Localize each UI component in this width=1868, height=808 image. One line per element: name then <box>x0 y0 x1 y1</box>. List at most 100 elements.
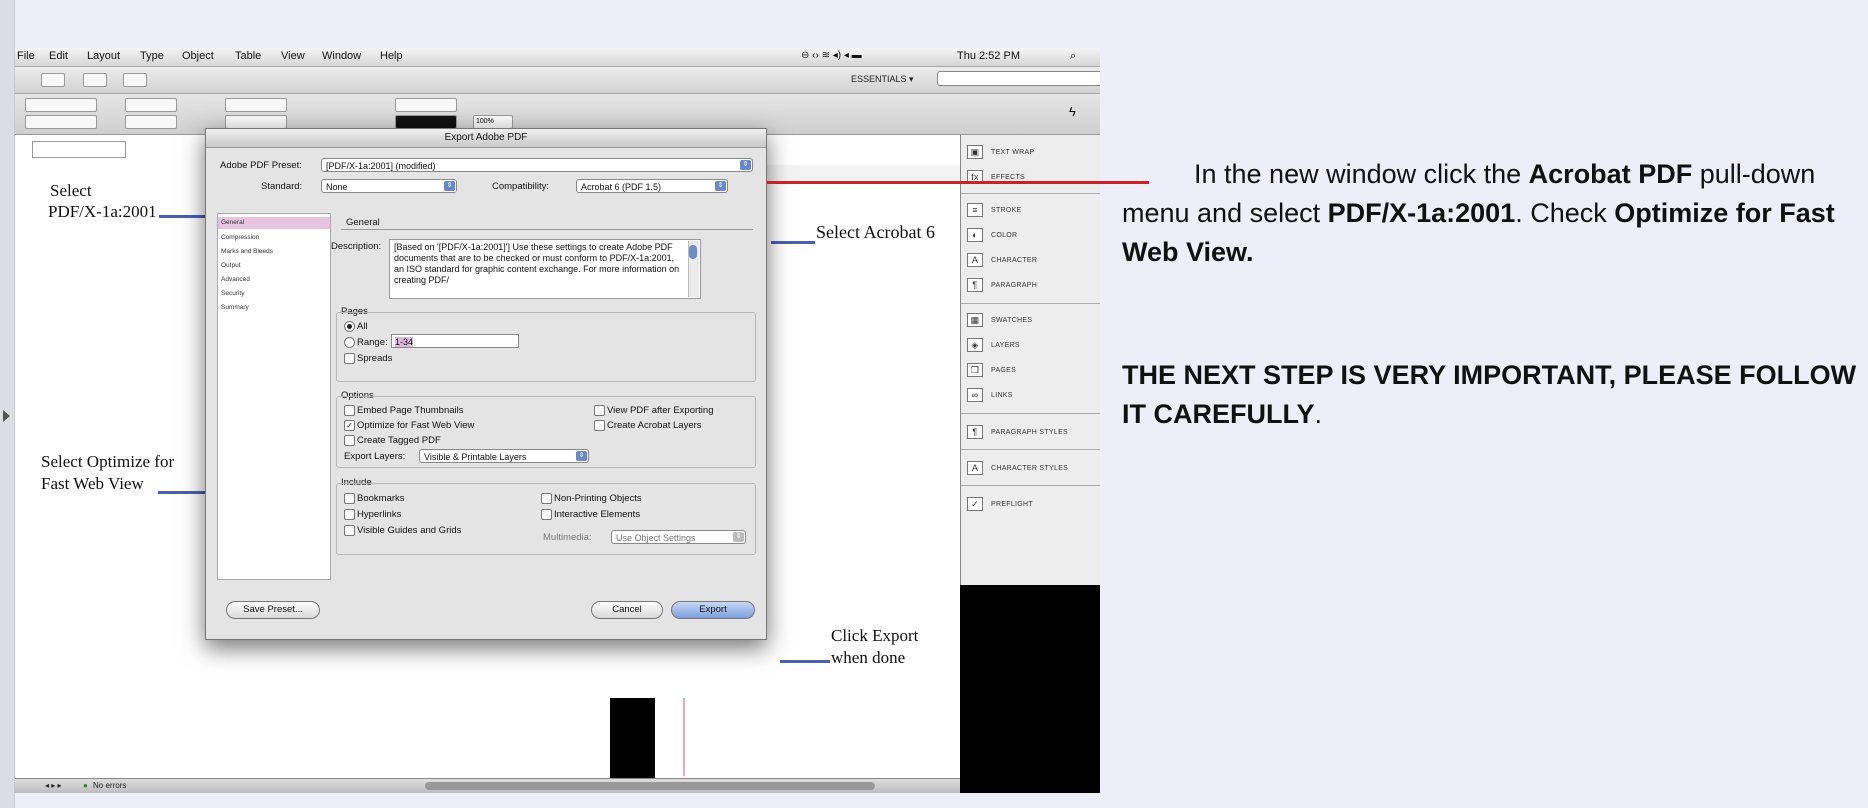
panel-character[interactable]: A CHARACTER <box>967 253 1037 273</box>
standard-select[interactable]: None ⇕ <box>321 179 457 193</box>
acrobat-layers-checkbox[interactable] <box>594 420 605 431</box>
stroke-type-select[interactable] <box>395 115 457 129</box>
panel-links[interactable]: ∞ LINKS <box>967 388 1013 408</box>
spotlight-icon[interactable]: ⌕ <box>1070 50 1076 63</box>
hyperlinks-checkbox[interactable] <box>344 509 355 520</box>
nav-arrows-icon[interactable]: ◂ ▸ ▸ <box>45 781 62 790</box>
panel-color[interactable]: ◐ COLOR <box>967 228 1017 248</box>
panel-text-wrap[interactable]: ▣ TEXT WRAP <box>967 145 1034 165</box>
panel-paragraph-styles[interactable]: ¶ PARAGRAPH STYLES <box>967 425 1068 445</box>
menu-edit[interactable]: Edit <box>49 50 68 62</box>
panel-pages[interactable]: ❐ PAGES <box>967 363 1016 383</box>
multimedia-select[interactable]: Use Object Settings ⇕ <box>611 530 746 544</box>
category-general[interactable]: General <box>221 219 244 226</box>
scroll-thumb[interactable] <box>689 245 697 259</box>
clock: Thu 2:52 PM <box>957 50 1020 62</box>
shear-field[interactable] <box>225 115 287 129</box>
category-summary[interactable]: Summary <box>221 304 249 311</box>
color-icon: ◐ <box>967 228 983 242</box>
menu-file[interactable]: File <box>17 50 35 62</box>
guides-grids-label: Visible Guides and Grids <box>357 525 462 536</box>
menu-table[interactable]: Table <box>235 50 261 62</box>
export-button[interactable]: Export <box>671 601 755 619</box>
panel-preflight[interactable]: ✓ PREFLIGHT <box>967 497 1033 517</box>
fast-web-view-label: Optimize for Fast Web View <box>357 420 475 431</box>
guides-grids-checkbox[interactable] <box>344 525 355 536</box>
character-styles-icon: A <box>967 461 983 475</box>
instruction-paragraph-2: THE NEXT STEP IS VERY IMPORTANT, PLEASE … <box>1122 356 1868 434</box>
interactive-elements-checkbox[interactable] <box>541 509 552 520</box>
category-compression[interactable]: Compression <box>221 234 259 241</box>
view-pdf-label: View PDF after Exporting <box>607 405 714 416</box>
x-field[interactable] <box>25 98 97 112</box>
panel-character-styles[interactable]: A CHARACTER STYLES <box>967 461 1068 481</box>
screen-mode-button[interactable] <box>83 73 107 87</box>
cancel-button[interactable]: Cancel <box>591 601 663 619</box>
category-marks-bleeds[interactable]: Marks and Bleeds <box>221 248 273 255</box>
preflight-ok-icon: ● <box>83 781 88 790</box>
panel-layers[interactable]: ◈ LAYERS <box>967 338 1020 358</box>
workspace-switcher[interactable]: ESSENTIALS ▾ <box>851 74 914 85</box>
tagged-pdf-label: Create Tagged PDF <box>357 435 441 446</box>
category-security[interactable]: Security <box>221 290 244 297</box>
category-output[interactable]: Output <box>221 262 241 269</box>
standard-label: Standard: <box>261 181 303 192</box>
category-advanced[interactable]: Advanced <box>221 276 250 283</box>
document-tab[interactable] <box>32 141 126 158</box>
lightning-icon[interactable]: ϟ <box>1069 104 1076 119</box>
page-bleed-guide <box>655 698 685 776</box>
panel-effects[interactable]: fx EFFECTS <box>967 170 1025 190</box>
embed-thumbnails-checkbox[interactable] <box>344 405 355 416</box>
non-printing-checkbox[interactable] <box>541 493 552 504</box>
chevron-updown-icon: ⇕ <box>740 160 751 170</box>
important-notice-period: . <box>1314 399 1323 429</box>
pages-range-radio[interactable] <box>344 337 355 348</box>
view-pdf-checkbox[interactable] <box>594 405 605 416</box>
panel-stroke[interactable]: ≡ STROKE <box>967 203 1022 223</box>
menu-type[interactable]: Type <box>140 50 164 62</box>
view-options-button[interactable] <box>41 73 65 87</box>
pages-all-label: All <box>357 321 368 332</box>
compatibility-select[interactable]: Acrobat 6 (PDF 1.5) ⇕ <box>576 179 728 193</box>
stroke-weight-field[interactable] <box>395 98 457 112</box>
y-field[interactable] <box>25 115 97 129</box>
pages-range-label: Range: <box>357 337 388 348</box>
expand-arrow-icon[interactable] <box>3 410 10 422</box>
range-input[interactable]: 1-34 <box>391 334 519 348</box>
interactive-elements-label: Interactive Elements <box>554 509 641 520</box>
instruction-text-b: Acrobat PDF <box>1528 159 1693 189</box>
section-title: General <box>346 217 380 228</box>
menu-help[interactable]: Help <box>380 50 403 62</box>
search-input[interactable] <box>937 71 1100 86</box>
preset-select[interactable]: [PDF/X-1a:2001] (modified) ⇕ <box>321 158 753 172</box>
height-field[interactable] <box>125 115 177 129</box>
menu-layout[interactable]: Layout <box>87 50 120 62</box>
rotation-field[interactable] <box>225 98 287 112</box>
spreads-checkbox[interactable] <box>344 353 355 364</box>
panel-divider <box>961 193 1100 194</box>
instruction-text-e: . Check <box>1515 198 1615 228</box>
export-layers-select[interactable]: Visible & Printable Layers ⇕ <box>419 449 589 463</box>
panel-swatches[interactable]: ▦ SWATCHES <box>967 313 1032 333</box>
multimedia-label: Multimedia: <box>543 532 592 543</box>
menu-view[interactable]: View <box>281 50 305 62</box>
tagged-pdf-checkbox[interactable] <box>344 435 355 446</box>
width-field[interactable] <box>125 98 177 112</box>
menu-object[interactable]: Object <box>182 50 214 62</box>
opacity-field[interactable]: 100% <box>473 115 513 129</box>
section-divider <box>341 229 753 230</box>
panel-paragraph[interactable]: ¶ PARAGRAPH <box>967 278 1037 298</box>
save-preset-button[interactable]: Save Preset... <box>226 601 320 619</box>
left-gutter <box>0 0 15 808</box>
bookmarks-checkbox[interactable] <box>344 493 355 504</box>
application-bar: ESSENTIALS ▾ <box>15 67 1100 94</box>
menu-bar: File Edit Layout Type Object Table View … <box>15 48 1100 67</box>
callout-line-acrobat <box>771 241 815 244</box>
fast-web-view-checkbox[interactable]: ✓ <box>344 420 355 431</box>
paragraph-styles-icon: ¶ <box>967 425 983 439</box>
arrange-documents-button[interactable] <box>123 73 147 87</box>
horizontal-scrollbar[interactable] <box>425 782 875 790</box>
status-bar: ◂ ▸ ▸ ● No errors <box>15 778 960 793</box>
menu-window[interactable]: Window <box>322 50 361 62</box>
pages-all-radio[interactable] <box>344 321 355 332</box>
